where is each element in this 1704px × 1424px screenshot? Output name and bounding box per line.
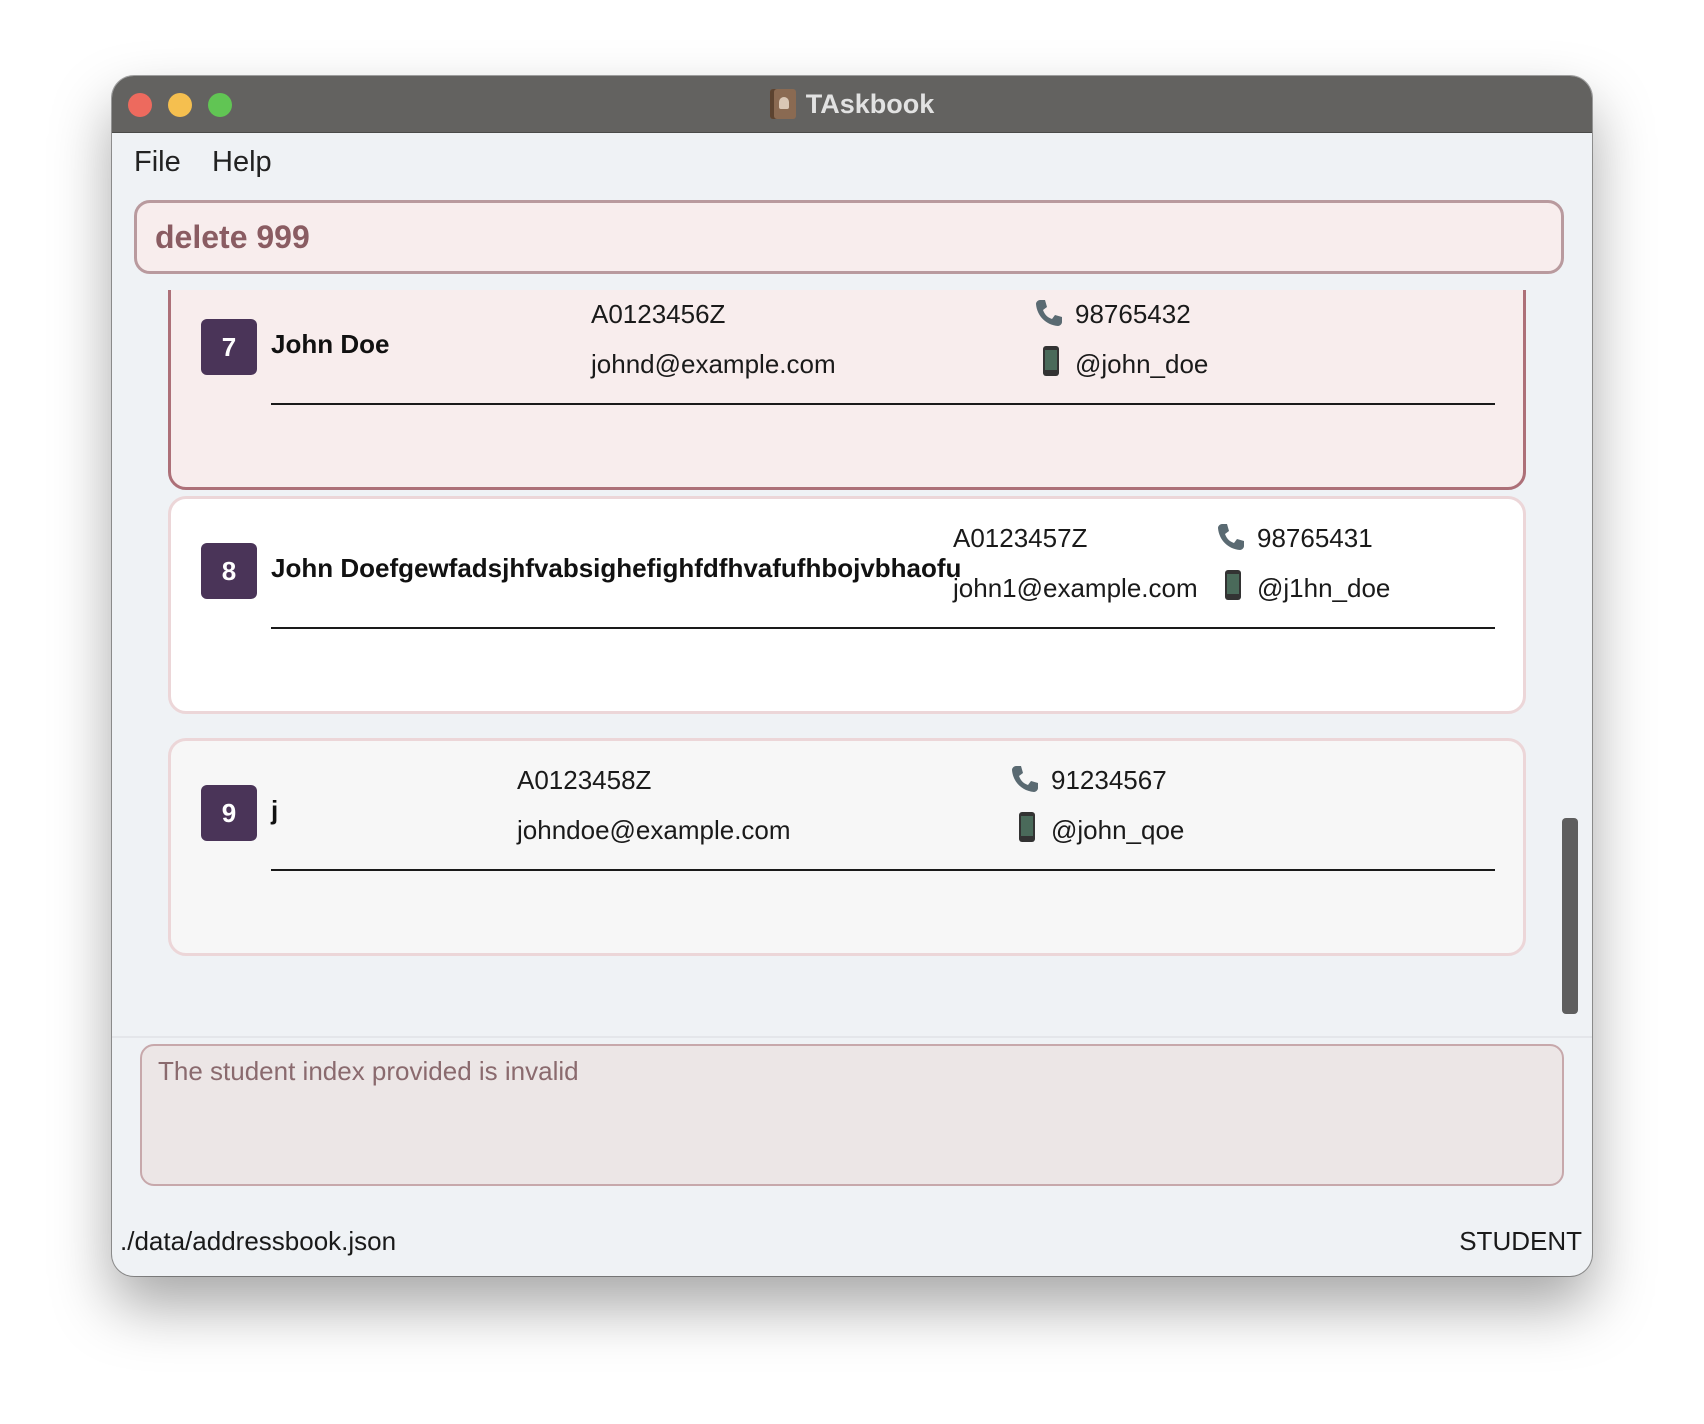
student-id: A0123457Z [953,523,1088,553]
student-card[interactable]: 7 John Doe A0123456Z johnd@example.com 9… [168,290,1526,490]
student-telegram: @john_qoe [1051,815,1185,845]
card-divider [271,403,1495,405]
phone-icon [1012,766,1038,792]
student-email: johndoe@example.com [517,815,791,845]
result-message: The student index provided is invalid [158,1056,579,1086]
window-title: TAskbook [805,88,935,119]
menu-help[interactable]: Help [212,146,272,179]
student-card[interactable]: 9 j A0123458Z johndoe@example.com 912345… [168,738,1526,956]
status-bar: ./data/addressbook.json STUDENT [112,1212,1592,1272]
status-mode: STUDENT [1459,1226,1582,1256]
student-email: john1@example.com [953,573,1198,603]
student-phone: 91234567 [1051,765,1167,795]
student-list[interactable]: 7 John Doe A0123456Z johnd@example.com 9… [126,290,1578,1028]
phone-icon [1218,524,1244,550]
student-phone: 98765432 [1075,299,1191,329]
student-name: j [271,795,279,825]
student-id: A0123456Z [591,299,726,329]
mobile-phone-icon [1019,812,1035,842]
student-name: John Doefgewfadsjhfvabsighefighfdfhvafuf… [271,553,962,583]
menu-file[interactable]: File [134,146,181,179]
title-wrap: TAskbook [112,76,1592,132]
student-telegram: @j1hn_doe [1257,573,1391,603]
student-card[interactable]: 8 John Doefgewfadsjhfvabsighefighfdfhvaf… [168,496,1526,714]
phone-icon [1036,300,1062,326]
student-email: johnd@example.com [591,349,836,379]
student-index-badge: 8 [201,543,257,599]
student-phone: 98765431 [1257,523,1373,553]
menu-bar: File Help [112,132,1592,192]
title-bar[interactable]: TAskbook [112,76,1592,133]
command-input[interactable]: delete 999 [134,200,1564,274]
card-divider [271,869,1495,871]
mobile-phone-icon [1225,570,1241,600]
status-file-path: ./data/addressbook.json [120,1226,397,1256]
student-name: John Doe [271,329,390,359]
command-input-value: delete 999 [155,218,310,255]
mobile-phone-icon [1043,346,1059,376]
student-index-badge: 7 [201,319,257,375]
card-divider [271,627,1495,629]
list-scrollbar[interactable] [1562,818,1578,1014]
student-telegram: @john_doe [1075,349,1209,379]
result-display: The student index provided is invalid [140,1044,1564,1186]
app-window: TAskbook File Help delete 999 7 John Doe… [112,76,1592,1276]
student-id: A0123458Z [517,765,652,795]
panel-separator [112,1036,1592,1038]
student-index-badge: 9 [201,785,257,841]
address-book-icon [769,89,796,119]
